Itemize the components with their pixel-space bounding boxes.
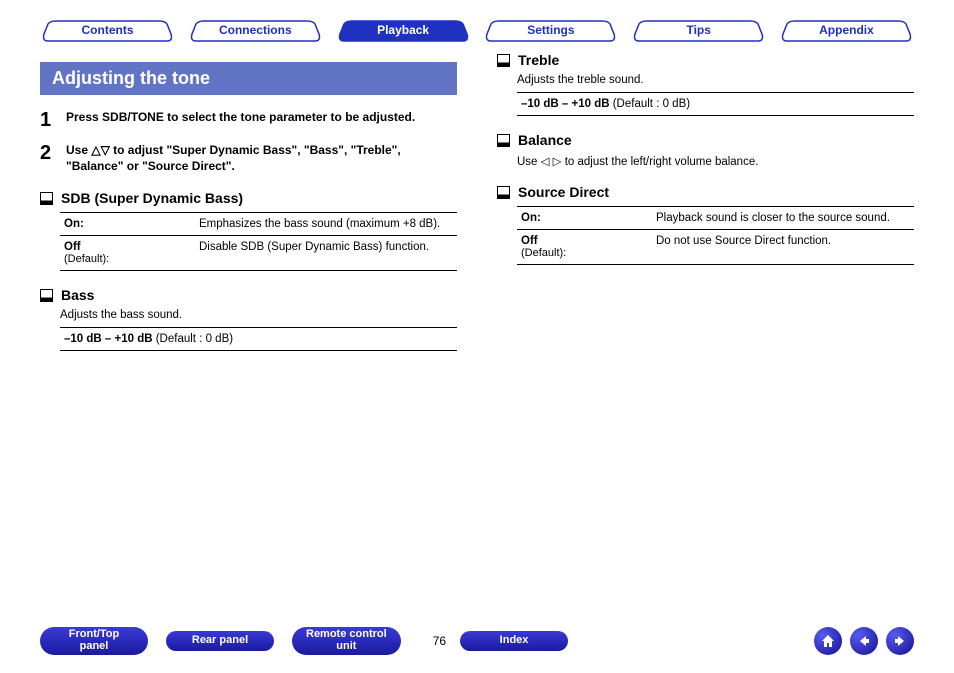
section-title: Bass <box>61 287 94 303</box>
section-sdb-heading: SDB (Super Dynamic Bass) <box>40 190 457 206</box>
page-body: Adjusting the tone 1 Press SDB/TONE to s… <box>0 52 954 351</box>
option-label: Off <box>64 241 81 253</box>
table-row: On: Playback sound is closer to the sour… <box>517 207 914 230</box>
step-2: 2 Use △▽ to adjust "Super Dynamic Bass",… <box>40 142 457 174</box>
top-nav: Contents Connections Playback Settings Tips A… <box>0 0 954 52</box>
footer-nav: Front/Toppanel Rear panel Remote control… <box>0 627 954 655</box>
tab-appendix[interactable]: Appendix <box>779 20 914 42</box>
rear-panel-button[interactable]: Rear panel <box>166 631 274 651</box>
sdb-options-table: On: Emphasizes the bass sound (maximum +… <box>60 212 457 271</box>
remote-control-unit-button[interactable]: Remote controlunit <box>292 627 401 654</box>
step-number: 2 <box>40 142 66 174</box>
range-rest: (Default : 0 dB) <box>610 98 691 110</box>
square-icon <box>497 134 510 147</box>
square-icon <box>497 186 510 199</box>
table-row: Off (Default): Do not use Source Direct … <box>517 230 914 265</box>
section-title: Treble <box>518 52 559 68</box>
option-label: On: <box>521 212 541 224</box>
home-button[interactable] <box>814 627 842 655</box>
section-source-direct-heading: Source Direct <box>497 184 914 200</box>
section-title: Source Direct <box>518 184 609 200</box>
section-treble-heading: Treble <box>497 52 914 68</box>
option-label: On: <box>64 218 84 230</box>
option-value: Disable SDB (Super Dynamic Bass) functio… <box>195 236 457 271</box>
option-sublabel: (Default): <box>64 253 109 265</box>
step-number: 1 <box>40 109 66 132</box>
step-1: 1 Press SDB/TONE to select the tone para… <box>40 109 457 132</box>
option-value: Emphasizes the bass sound (maximum +8 dB… <box>195 213 457 236</box>
option-sublabel: (Default): <box>521 247 566 259</box>
bass-description: Adjusts the bass sound. <box>60 309 457 321</box>
section-bass-heading: Bass <box>40 287 457 303</box>
treble-description: Adjusts the treble sound. <box>517 74 914 86</box>
section-title: Balance <box>518 132 572 148</box>
source-direct-options-table: On: Playback sound is closer to the sour… <box>517 206 914 265</box>
step-text: Use △▽ to adjust "Super Dynamic Bass", "… <box>66 142 457 174</box>
step-text: Press SDB/TONE to select the tone parame… <box>66 109 457 132</box>
range-bold: –10 dB – +10 dB <box>521 98 610 110</box>
next-page-button[interactable] <box>886 627 914 655</box>
home-icon <box>820 633 836 649</box>
option-label: Off <box>521 235 538 247</box>
square-icon <box>497 54 510 67</box>
option-value: Do not use Source Direct function. <box>652 230 914 265</box>
square-icon <box>40 192 53 205</box>
index-button[interactable]: Index <box>460 631 568 651</box>
treble-range: –10 dB – +10 dB (Default : 0 dB) <box>517 92 914 116</box>
option-value: Playback sound is closer to the source s… <box>652 207 914 230</box>
range-bold: –10 dB – +10 dB <box>64 333 153 345</box>
arrow-left-icon <box>856 633 872 649</box>
section-title: SDB (Super Dynamic Bass) <box>61 190 243 206</box>
table-row: Off (Default): Disable SDB (Super Dynami… <box>60 236 457 271</box>
arrow-right-icon <box>892 633 908 649</box>
bass-range: –10 dB – +10 dB (Default : 0 dB) <box>60 327 457 351</box>
balance-description: Use ◁ ▷ to adjust the left/right volume … <box>517 154 914 168</box>
tab-tips[interactable]: Tips <box>631 20 766 42</box>
page-title: Adjusting the tone <box>40 62 457 95</box>
table-row: On: Emphasizes the bass sound (maximum +… <box>60 213 457 236</box>
tab-contents[interactable]: Contents <box>40 20 175 42</box>
square-icon <box>40 289 53 302</box>
prev-page-button[interactable] <box>850 627 878 655</box>
left-column: Adjusting the tone 1 Press SDB/TONE to s… <box>40 52 457 351</box>
front-top-panel-button[interactable]: Front/Toppanel <box>40 627 148 654</box>
right-column: Treble Adjusts the treble sound. –10 dB … <box>497 52 914 351</box>
page-number: 76 <box>433 634 446 648</box>
tab-settings[interactable]: Settings <box>483 20 618 42</box>
range-rest: (Default : 0 dB) <box>153 333 234 345</box>
section-balance-heading: Balance <box>497 132 914 148</box>
tab-playback[interactable]: Playback <box>336 20 471 42</box>
tab-connections[interactable]: Connections <box>188 20 323 42</box>
